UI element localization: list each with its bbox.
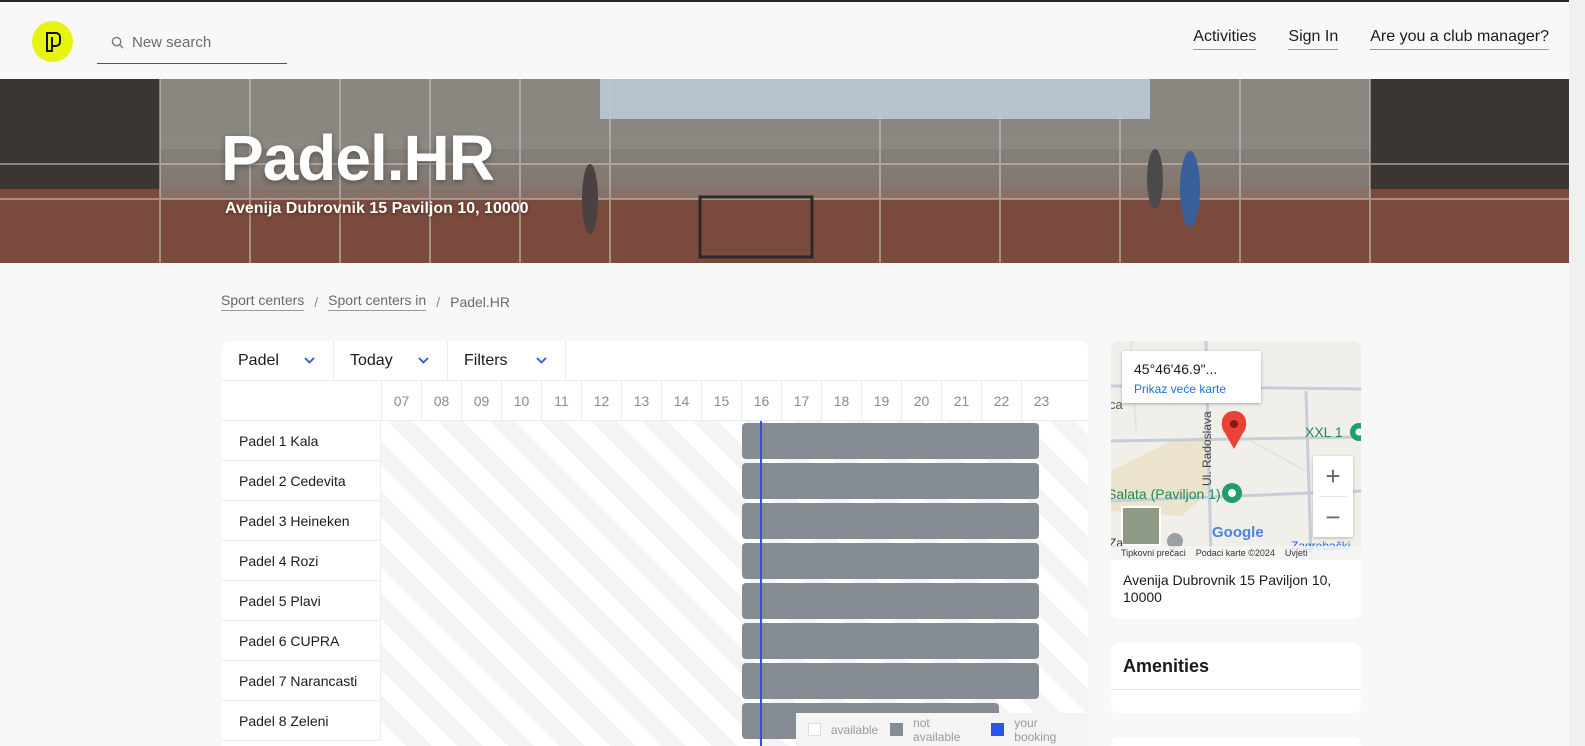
map-embed[interactable]: ca Ul. Radoslava XXL 1 Salata (Paviljon … [1111, 341, 1361, 560]
not-available-slot[interactable] [742, 503, 1039, 539]
hour-label: 19 [861, 381, 901, 421]
map-footer: Tipkovni prečaci Podaci karte ©2024 Uvje… [1111, 546, 1361, 560]
map-poi-salata: Salata (Paviljon 1) [1111, 486, 1221, 502]
logo-icon [45, 31, 61, 52]
breadcrumb-sport-centers[interactable]: Sport centers [221, 292, 305, 311]
court-row-label[interactable]: Padel 2 Cedevita [222, 461, 381, 501]
hour-label: 16 [741, 381, 781, 421]
nav-sign-in[interactable]: Sign In [1288, 28, 1339, 50]
search-input[interactable] [132, 33, 282, 51]
not-available-slot[interactable] [742, 583, 1039, 619]
hour-label: 22 [981, 381, 1021, 421]
logo[interactable] [32, 21, 73, 62]
hour-label: 11 [541, 381, 581, 421]
hour-label: 17 [781, 381, 821, 421]
court-row-label[interactable]: Padel 5 Plavi [222, 581, 381, 621]
hour-label: 21 [941, 381, 981, 421]
court-row-label[interactable]: Padel 1 Kala [222, 421, 381, 461]
hour-label: 18 [821, 381, 861, 421]
hours-header: 07 08 09 10 11 12 13 14 15 16 17 18 19 20 21 22 23 [222, 381, 1088, 421]
legend-available: available [830, 722, 879, 737]
breadcrumb-separator: / [314, 293, 319, 310]
sport-select-label: Padel [238, 351, 279, 369]
chevron-down-icon [418, 357, 429, 364]
legend-not-available: not available [913, 715, 961, 744]
zoom-out-button[interactable]: − [1313, 497, 1353, 537]
not-available-slot[interactable] [742, 543, 1039, 579]
court-row-label[interactable]: Padel 4 Rozi [222, 541, 381, 581]
hour-label: 09 [461, 381, 501, 421]
hour-label: 07 [381, 381, 421, 421]
map-poi-xxl: XXL 1 [1305, 424, 1343, 440]
legend-your-booking: your booking [1014, 715, 1057, 744]
filters-select[interactable]: Filters [448, 341, 566, 380]
not-available-slot[interactable] [742, 663, 1039, 699]
hour-label: 14 [661, 381, 701, 421]
top-nav: Activities Sign In Are you a club manage… [1193, 28, 1549, 50]
not-available-slot[interactable] [742, 623, 1039, 659]
hour-label: 13 [621, 381, 661, 421]
nav-club-manager[interactable]: Are you a club manager? [1370, 28, 1549, 50]
search-icon [111, 36, 124, 49]
map-street-label: Ul. Radoslava [1200, 411, 1214, 486]
google-logo: Google [1212, 524, 1264, 541]
keyboard-shortcuts-link[interactable]: Tipkovni prečaci [1121, 548, 1186, 558]
hour-label: 15 [701, 381, 741, 421]
court-row-label[interactable]: Padel 7 Narancasti [222, 661, 381, 701]
page-scrollbar[interactable] [1569, 0, 1585, 746]
not-available-slot[interactable] [742, 423, 1039, 459]
map-coordinates: 45°46'46.9"... [1134, 361, 1218, 377]
breadcrumb-sport-centers-in[interactable]: Sport centers in [328, 292, 427, 311]
hero-address: Avenija Dubrovnik 15 Paviljon 10, 10000 [225, 200, 529, 217]
amenities-card: Amenities [1111, 643, 1361, 713]
court-row-label[interactable]: Padel 3 Heineken [222, 501, 381, 541]
legend-swatch-available [808, 723, 821, 736]
amenities-divider [1111, 689, 1361, 690]
hero-title: Padel.HR [221, 122, 495, 194]
sport-select[interactable]: Padel [222, 341, 334, 380]
legend-swatch-your-booking [991, 723, 1005, 736]
court-row-label[interactable]: Padel 6 CUPRA [222, 621, 381, 661]
view-larger-map-link[interactable]: Prikaz veće karte [1134, 382, 1249, 396]
next-card [1111, 737, 1361, 746]
hero-banner: Padel.HR Avenija Dubrovnik 15 Paviljon 1… [0, 79, 1569, 263]
breadcrumb: Sport centers / Sport centers in / Padel… [221, 292, 510, 311]
chevron-down-icon [304, 357, 315, 364]
zoom-in-button[interactable]: + [1313, 456, 1353, 496]
current-time-line [760, 421, 762, 746]
amenities-title: Amenities [1123, 656, 1210, 676]
top-bar: Activities Sign In Are you a club manage… [0, 0, 1585, 79]
hour-label: 10 [501, 381, 541, 421]
not-available-slot[interactable] [742, 463, 1039, 499]
schedule-legend: available not available your booking [796, 713, 1088, 746]
hour-label: 12 [581, 381, 621, 421]
map-data-label: Podaci karte ©2024 [1195, 548, 1275, 558]
location-address: Avenija Dubrovnik 15 Paviljon 10, 10000 [1123, 572, 1332, 605]
breadcrumb-separator: / [436, 293, 441, 310]
map-zoom-control: + − [1313, 456, 1353, 537]
schedule-card: Padel Today Filters 07 08 09 10 11 12 13 14 15 16… [222, 341, 1088, 746]
search-box[interactable] [97, 21, 287, 64]
map-info-box: 45°46'46.9"... Prikaz veće karte [1122, 351, 1261, 403]
filters-select-label: Filters [464, 351, 508, 369]
terms-link[interactable]: Uvjeti [1285, 548, 1308, 558]
breadcrumb-current: Padel.HR [450, 293, 511, 310]
hour-label: 20 [901, 381, 941, 421]
location-card: ca Ul. Radoslava XXL 1 Salata (Paviljon … [1111, 341, 1361, 619]
chevron-down-icon [536, 357, 547, 364]
court-row-label[interactable]: Padel 8 Zeleni [222, 701, 381, 741]
schedule-filters: Padel Today Filters [222, 341, 1088, 381]
hour-label: 23 [1021, 381, 1061, 421]
date-select-label: Today [350, 351, 393, 369]
legend-swatch-not-available [890, 723, 904, 736]
nav-activities[interactable]: Activities [1193, 28, 1257, 50]
date-select[interactable]: Today [334, 341, 448, 380]
hour-label: 08 [421, 381, 461, 421]
